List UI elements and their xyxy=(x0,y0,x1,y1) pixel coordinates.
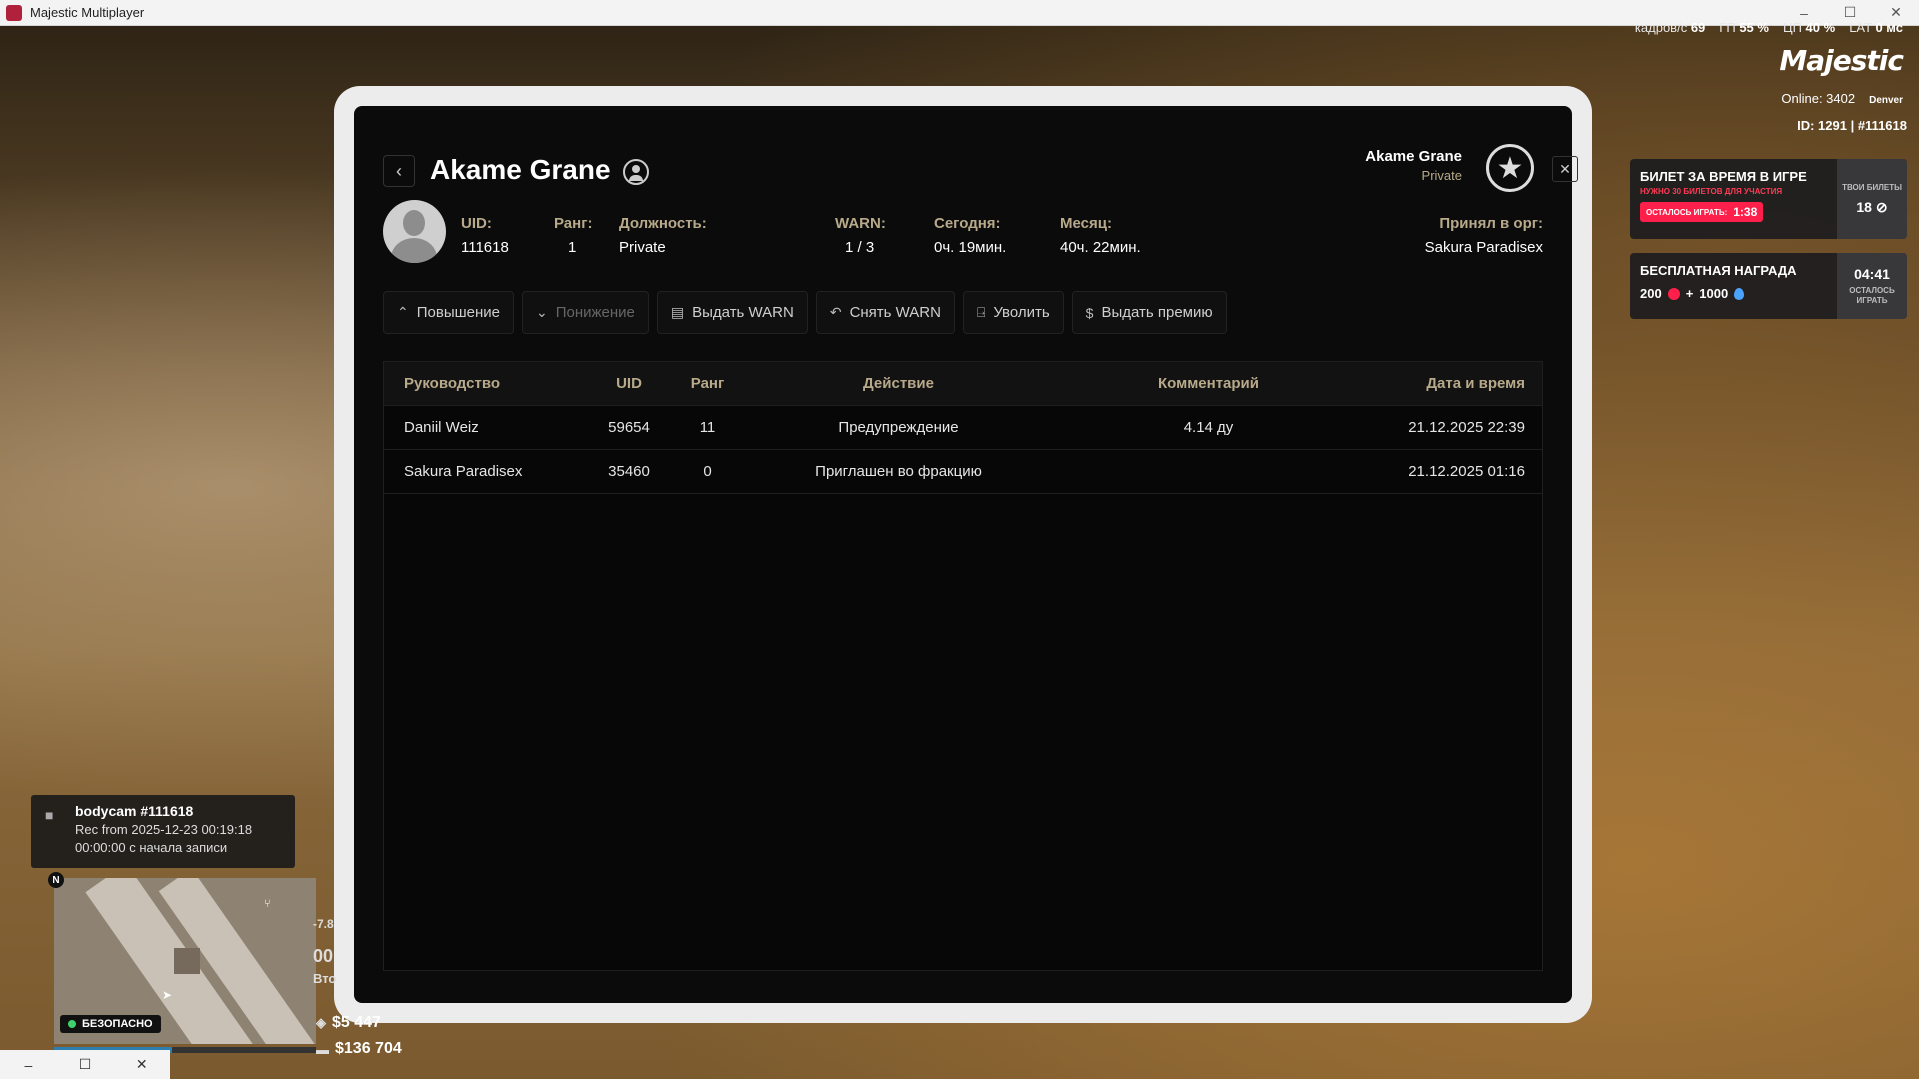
stat-month: Месяц: 40ч. 22мин. xyxy=(1060,215,1141,256)
zone-status-badge: БЕЗОПАСНО xyxy=(60,1015,161,1033)
chevron-down-icon: ⌄ xyxy=(536,304,548,320)
window-titlebar: Majestic Multiplayer – ☐ ✕ xyxy=(0,0,1919,26)
current-user-name: Akame Grane xyxy=(1365,148,1462,165)
stat-rank: Ранг: 1 xyxy=(554,215,593,256)
map-block xyxy=(174,948,200,974)
stat-today: Сегодня: 0ч. 19мин. xyxy=(934,215,1007,256)
header-manager: Руководство xyxy=(404,375,501,392)
card-icon: ▬ xyxy=(316,1041,329,1057)
promote-button[interactable]: ⌃ Повышение xyxy=(383,291,514,334)
stat-uid: UID: 111618 xyxy=(461,215,509,256)
coin-dollar-icon: $ xyxy=(1085,304,1094,321)
reward-amount-coins: 200 xyxy=(1640,286,1662,301)
ticket-card: БИЛЕТ ЗА ВРЕМЯ В ИГРЕ НУЖНО 30 БИЛЕТОВ Д… xyxy=(1630,159,1907,239)
window-title: Majestic Multiplayer xyxy=(30,5,145,20)
close-window-button[interactable]: ✕ xyxy=(113,1050,170,1079)
ticket-title: БИЛЕТ ЗА ВРЕМЯ В ИГРЕ xyxy=(1640,169,1807,184)
ticket-subtitle: НУЖНО 30 БИЛЕТОВ ДЛЯ УЧАСТИЯ xyxy=(1640,187,1783,196)
bonus-button[interactable]: $ Выдать премию xyxy=(1071,291,1227,334)
table-header: Руководство UID Ранг Действие Комментари… xyxy=(384,362,1542,406)
back-button[interactable]: ‹ xyxy=(383,155,415,187)
compass-north-icon: N xyxy=(48,872,64,888)
profile-icon[interactable] xyxy=(623,159,649,185)
reward-plus: + xyxy=(1685,286,1694,301)
current-user-rank: Private xyxy=(1421,168,1462,183)
maximize-button[interactable]: ☐ xyxy=(57,1050,114,1079)
shield-icon xyxy=(68,1020,76,1028)
app-icon xyxy=(6,4,22,21)
coin-icon xyxy=(1667,287,1680,300)
tickets-count: 18 ⊘ xyxy=(1856,198,1888,215)
perf-latency: LAT 0 мс xyxy=(1849,20,1903,35)
time-readout: 00 xyxy=(313,946,334,966)
ticket-timer-value: 1:38 xyxy=(1733,205,1758,219)
undo-icon: ↶ xyxy=(829,304,842,320)
reward-title: БЕСПЛАТНАЯ НАГРАДА xyxy=(1640,263,1797,278)
player-arrow-icon: ➤ xyxy=(162,988,173,1002)
free-reward-card: БЕСПЛАТНАЯ НАГРАДА 200 + 1000 04:41 ОСТА… xyxy=(1630,253,1907,319)
server-name: Denver xyxy=(1869,95,1903,106)
give-warn-button[interactable]: ▤ Выдать WARN xyxy=(656,291,808,334)
member-profile-screen: ‹ Akame Grane Akame Grane Private ★ ✕ UI… xyxy=(354,106,1578,1003)
reward-timer-label: ОСТАЛОСЬ ИГРАТЬ xyxy=(1849,286,1895,305)
minimize-button[interactable]: – xyxy=(0,1050,57,1079)
perf-fps: кадров/с 69 xyxy=(1634,20,1706,35)
chevron-left-icon: ‹ xyxy=(396,160,402,181)
avatar xyxy=(383,200,446,263)
history-table: Руководство UID Ранг Действие Комментари… xyxy=(383,361,1543,971)
performance-overlay: кадров/с 69 ГП 55 % ЦП 40 % LAT 0 мс xyxy=(1635,20,1903,35)
table-row: Daniil Weiz 59654 11 Предупреждение 4.14… xyxy=(384,406,1542,450)
reward-amounts: 200 + 1000 xyxy=(1640,286,1827,301)
ticket-timer-label: ОСТАЛОСЬ ИГРАТЬ: xyxy=(1646,207,1728,217)
bodycam-title: bodycam #111618 xyxy=(75,803,194,819)
stat-accepted-by: Принял в орг: Sakura Paradisex xyxy=(1424,215,1543,256)
player-id: ID: 1291 | #111618 xyxy=(1797,118,1907,133)
chevron-up-icon: ⌃ xyxy=(397,304,409,320)
cash-display: ◈ $5 447 xyxy=(316,1014,381,1031)
header-datetime: Дата и время xyxy=(1426,375,1525,392)
person-exit-icon: ⍈ xyxy=(976,304,986,320)
stat-warn: WARN: 1 / 3 xyxy=(835,215,886,256)
camera-icon: ■ xyxy=(45,807,54,823)
online-count: Online: 3402 xyxy=(1781,91,1856,106)
tickets-label: ТВОИ БИЛЕТЫ xyxy=(1842,182,1902,192)
table-row: Sakura Paradisex 35460 0 Приглашен во фр… xyxy=(384,450,1542,494)
current-user: Akame Grane Private xyxy=(1365,148,1462,183)
mini-window-controls: – ☐ ✕ xyxy=(0,1050,170,1079)
action-toolbar: ⌃ Повышение ⌄ Понижение ▤ Выдать WARN ↶ … xyxy=(383,291,1227,334)
cash-icon: ◈ xyxy=(316,1015,326,1030)
perf-cpu: ЦП 40 % xyxy=(1782,20,1836,35)
day-readout: Вто xyxy=(313,971,337,986)
online-counter: Online: 3402 Denver xyxy=(1781,91,1903,106)
close-button[interactable]: ✕ xyxy=(1552,156,1578,182)
reward-amount-drops: 1000 xyxy=(1699,286,1729,301)
header-comment: Комментарий xyxy=(1157,375,1259,392)
demote-button[interactable]: ⌄ Понижение xyxy=(522,291,649,334)
bodycam-rec: Rec from 2025-12-23 00:19:18 xyxy=(75,822,253,837)
restaurant-icon: ⑂ xyxy=(264,898,271,910)
document-icon: ▤ xyxy=(670,304,685,320)
bodycam-panel: ■ bodycam #111618 Rec from 2025-12-23 00… xyxy=(31,795,295,868)
fire-button[interactable]: ⍈ Уволить xyxy=(962,291,1064,334)
page-title: Akame Grane xyxy=(430,154,611,185)
close-icon: ✕ xyxy=(1559,160,1571,177)
header-action: Действие xyxy=(863,375,934,392)
star-badge-icon: ★ xyxy=(1486,144,1534,192)
header-uid: UID xyxy=(616,375,642,392)
coord-readout: -7.8 xyxy=(313,917,334,931)
majestic-logo: Majestic xyxy=(1779,44,1904,77)
ticket-icon: ⊘ xyxy=(1875,198,1888,215)
header-rank: Ранг xyxy=(690,375,725,392)
bodycam-elapsed: 00:00:00 с начала записи xyxy=(75,840,228,855)
perf-gpu: ГП 55 % xyxy=(1719,20,1769,35)
stat-position: Должность: Private xyxy=(619,215,707,256)
drop-icon xyxy=(1734,287,1745,300)
reward-timer: 04:41 xyxy=(1854,266,1890,282)
tablet-frame: ‹ Akame Grane Akame Grane Private ★ ✕ UI… xyxy=(334,86,1592,1023)
bank-display: ▬ $136 704 xyxy=(316,1040,402,1057)
remove-warn-button[interactable]: ↶ Снять WARN xyxy=(815,291,955,334)
ticket-timer: ОСТАЛОСЬ ИГРАТЬ: 1:38 xyxy=(1640,202,1764,222)
